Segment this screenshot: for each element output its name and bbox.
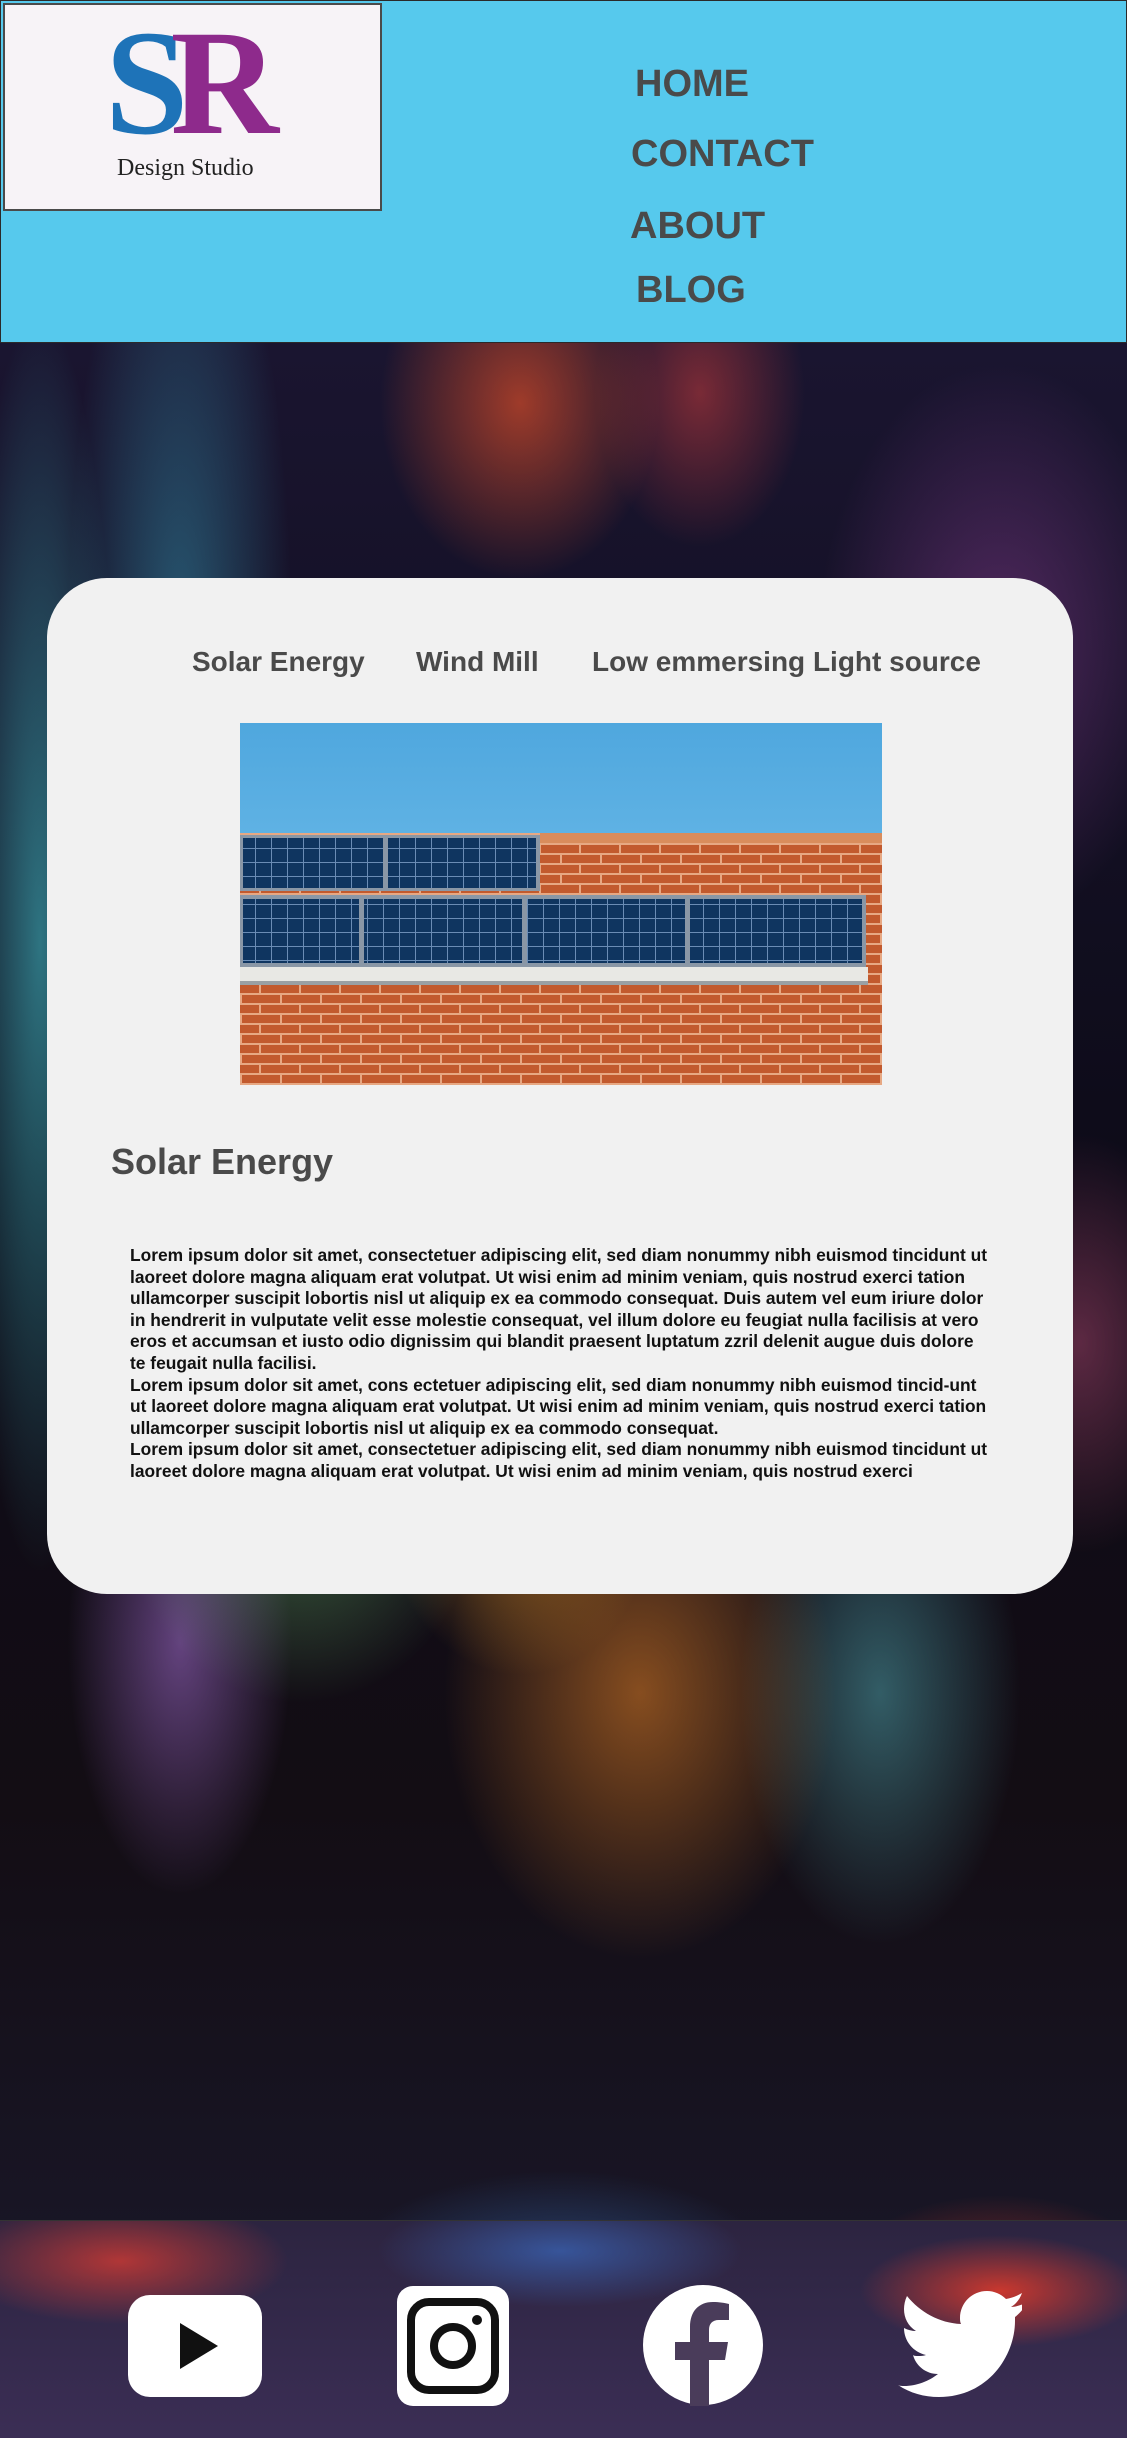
tab-wind-mill[interactable]: Wind Mill [416,646,539,678]
solar-panel-image [240,723,882,1085]
nav-home[interactable]: HOME [635,63,749,106]
site-header: SR Design Studio HOME CONTACT ABOUT BLOG [0,0,1127,343]
section-title: Solar Energy [111,1141,334,1182]
paragraph: Lorem ipsum dolor sit amet, consectetuer… [130,1245,988,1373]
logo-monogram: SR [105,8,279,158]
paragraph: Lorem ipsum dolor sit amet, cons ectetue… [130,1374,987,1438]
logo-letter-r: R [170,0,278,166]
twitter-icon[interactable] [898,2289,1026,2406]
logo-letter-s: S [105,0,189,166]
instagram-icon[interactable] [397,2286,509,2411]
youtube-icon[interactable] [128,2295,262,2402]
tab-light-source[interactable]: Low emmersing Light source [592,646,981,678]
facebook-icon[interactable] [643,2284,763,2411]
nav-contact[interactable]: CONTACT [631,133,814,176]
nav-blog[interactable]: BLOG [636,269,746,312]
logo[interactable]: SR Design Studio [3,3,382,211]
nav-about[interactable]: ABOUT [630,205,765,248]
content-card: Solar Energy Wind Mill Low emmersing Lig… [47,578,1073,1594]
logo-subtitle: Design Studio [117,155,254,181]
paragraph: Lorem ipsum dolor sit amet, consectetuer… [130,1439,988,1481]
site-footer [0,2220,1127,2438]
body-text: Lorem ipsum dolor sit amet, consectetuer… [130,1245,990,1483]
tab-solar-energy[interactable]: Solar Energy [192,646,365,678]
